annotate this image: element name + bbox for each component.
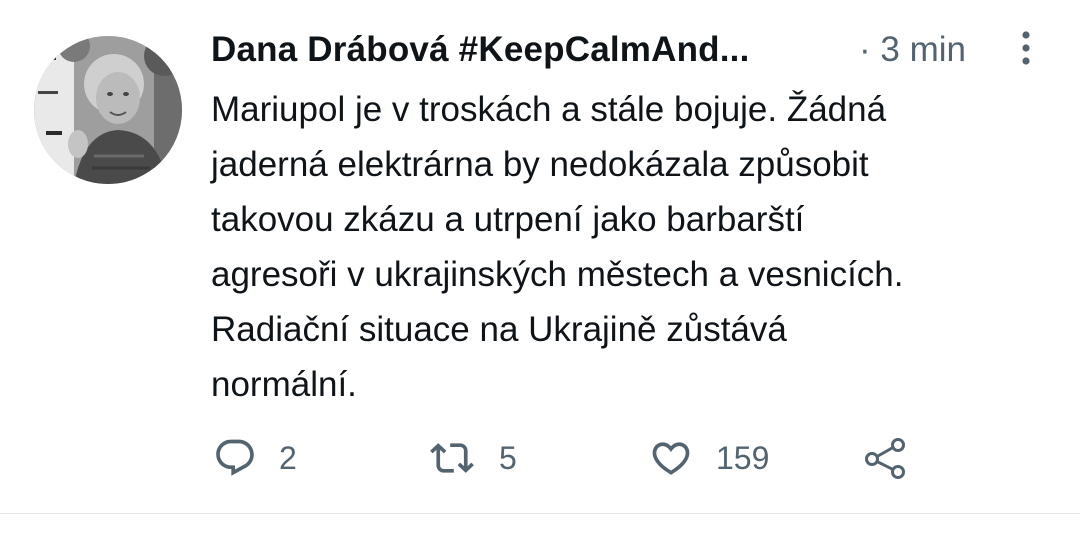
retweet-count: 5 [499,439,517,476]
heart-icon [652,442,690,475]
share-button[interactable] [863,434,909,482]
reply-button[interactable]: 2 [213,434,297,482]
tweet-card[interactable]: Dana Drábová #KeepCalmAnd... · 3 min Mar… [0,0,1080,514]
like-button[interactable]: 159 [648,434,769,482]
avatar[interactable] [34,36,182,184]
tweet-text: Mariupol je v troskách a stále bojuje. Ž… [211,90,904,404]
share-icon [865,438,905,479]
tweet-actions: 2 5 159 [213,434,933,482]
tweet-header: Dana Drábová #KeepCalmAnd... · 3 min [211,26,1051,74]
timestamp[interactable]: · 3 min [859,30,966,70]
retweet-button[interactable]: 5 [427,434,517,482]
retweet-icon [430,443,474,473]
reply-icon [216,439,254,476]
author-name[interactable]: Dana Drábová #KeepCalmAnd... [211,30,750,70]
like-count: 159 [716,439,770,476]
avatar-photo [34,36,182,184]
reply-count: 2 [279,439,297,476]
more-vertical-icon[interactable] [1011,28,1041,68]
